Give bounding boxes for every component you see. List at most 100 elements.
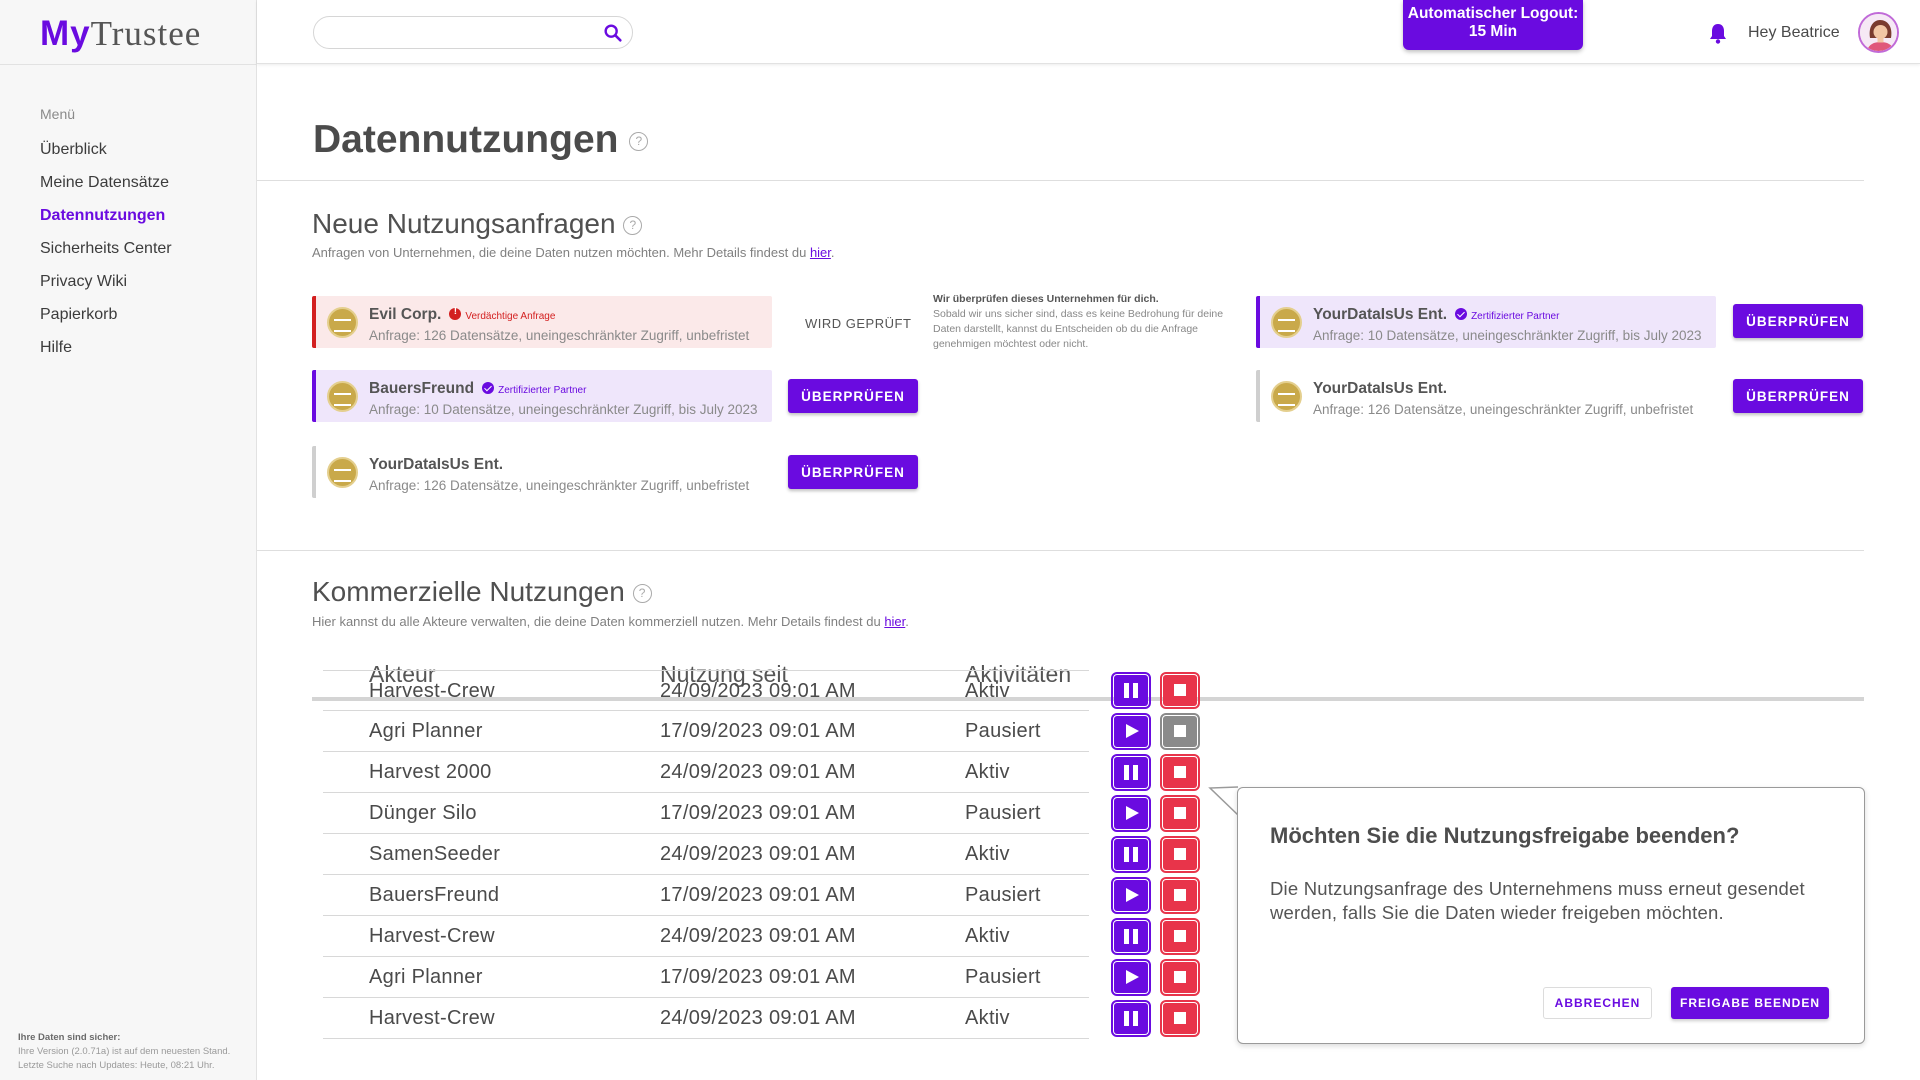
company-name-text: Evil Corp. [369,306,442,323]
sidebar-item-privacy-wiki[interactable]: Privacy Wiki [40,269,172,302]
version-info-title: Ihre Daten sind sicher: [18,1032,121,1043]
since-cell: 24/09/2023 09:01 AM [660,843,856,865]
actor-cell: SamenSeeder [369,843,501,865]
status-cell: Aktiv [965,761,1010,783]
help-icon[interactable]: ? [623,216,643,236]
details-link[interactable]: hier [884,614,905,629]
status-badge-text: Verdächtige Anfrage [465,310,556,322]
status-badge: Zertifizierter Partner [1455,307,1559,322]
request-description: Anfrage: 10 Datensätze, uneingeschränkte… [369,402,758,417]
subtitle-end: . [830,245,835,260]
sidebar-item-meine-datensaetze[interactable]: Meine Datensätze [40,170,172,203]
page-title: Datennutzungen ? [313,118,649,162]
app-logo[interactable]: MyTrustee [40,14,201,54]
sidebar: MyTrustee Menü Überblick Meine Datensätz… [0,0,257,1080]
company-name: BauersFreund Zertifizierter Partner [369,380,586,398]
stop-button[interactable] [1160,672,1200,709]
sidebar-item-hilfe[interactable]: Hilfe [40,335,172,368]
logo-trustee: Trustee [90,14,202,53]
menu-title: Menü [40,106,76,122]
table-row[interactable]: Harvest-Crew 24/09/2023 09:01 AM Aktiv [323,998,1089,1039]
confirm-stop-dialog: Möchten Sie die Nutzungsfreigabe beenden… [1237,787,1865,1044]
stop-button[interactable] [1160,959,1200,996]
request-card[interactable]: YourDataIsUs Ent. Zertifizierter Partner … [1256,296,1716,348]
company-name: YourDataIsUs Ent. Zertifizierter Partner [1313,306,1559,324]
table-row[interactable]: Agri Planner 17/09/2023 09:01 AM Pausiert [323,711,1089,752]
dialog-body: Die Nutzungsanfrage des Unternehmens mus… [1270,878,1805,923]
sidebar-item-sicherheits-center[interactable]: Sicherheits Center [40,236,172,269]
company-name: YourDataIsUs Ent. [1313,380,1448,397]
pause-button[interactable] [1111,836,1151,873]
update-check-line: Letzte Suche nach Updates: Heute, 08:21 … [18,1060,215,1071]
avatar-image [1860,14,1897,51]
actor-cell: Harvest-Crew [369,680,495,702]
status-badge: Verdächtige Anfrage [449,306,556,322]
review-button[interactable]: ÜBERPRÜFEN [1733,304,1863,338]
divider [257,550,1864,551]
pause-button[interactable] [1111,918,1151,955]
company-name: Evil Corp. Verdächtige Anfrage [369,306,555,324]
stop-button[interactable] [1160,918,1200,955]
end-sharing-button[interactable]: FREIGABE BEENDEN [1671,987,1829,1019]
actor-cell: BauersFreund [369,884,500,906]
details-link[interactable]: hier [810,245,831,260]
stop-button[interactable] [1160,754,1200,791]
search-input[interactable] [328,23,588,43]
stop-button[interactable] [1160,836,1200,873]
bell-icon[interactable] [1708,22,1728,44]
review-button[interactable]: ÜBERPRÜFEN [1733,379,1863,413]
pause-button[interactable] [1111,754,1151,791]
checking-status: WIRD GEPRÜFT [805,316,912,331]
sidebar-menu: Überblick Meine Datensätze Datennutzunge… [40,137,172,368]
request-card[interactable]: Evil Corp. Verdächtige Anfrage Anfrage: 1… [312,296,772,348]
table-row[interactable]: SamenSeeder 24/09/2023 09:01 AM Aktiv [323,834,1089,875]
sidebar-item-papierkorb[interactable]: Papierkorb [40,302,172,335]
help-icon[interactable]: ? [632,584,652,604]
play-button[interactable] [1111,959,1151,996]
company-logo-icon [1271,307,1302,338]
table-row[interactable]: Harvest 2000 24/09/2023 09:01 AM Aktiv [323,752,1089,793]
play-button[interactable] [1111,795,1151,832]
table-row[interactable]: Dünger Silo 17/09/2023 09:01 AM Pausiert [323,793,1089,834]
status-cell: Pausiert [965,966,1041,988]
pause-button[interactable] [1111,672,1151,709]
table-row[interactable]: Harvest-Crew 24/09/2023 09:01 AM Aktiv [323,916,1089,957]
since-cell: 17/09/2023 09:01 AM [660,884,856,906]
avatar[interactable] [1858,12,1899,53]
stop-button[interactable] [1160,795,1200,832]
request-card[interactable]: BauersFreund Zertifizierter Partner Anfra… [312,370,772,422]
subtitle-text: Hier kannst du alle Akteure verwalten, d… [312,614,881,629]
pause-button[interactable] [1111,1000,1151,1037]
verified-icon [1455,307,1468,320]
stop-button[interactable] [1160,877,1200,914]
request-card[interactable]: YourDataIsUs Ent. Anfrage: 126 Datensätz… [1256,370,1716,422]
search-box[interactable] [313,16,633,49]
play-button[interactable] [1111,877,1151,914]
review-button[interactable]: ÜBERPRÜFEN [788,455,918,489]
review-button[interactable]: ÜBERPRÜFEN [788,379,918,413]
table-row[interactable]: Harvest-Crew 24/09/2023 09:01 AM Aktiv [323,670,1089,711]
user-greeting: Hey Beatrice [1748,24,1840,41]
request-description: Anfrage: 126 Datensätze, uneingeschränkt… [369,478,750,493]
search-icon[interactable] [602,22,624,44]
request-card[interactable]: YourDataIsUs Ent. Anfrage: 126 Datensätz… [312,446,772,498]
status-cell: Aktiv [965,843,1010,865]
checking-info-text: Sobald wir uns sicher sind, dass es kein… [933,308,1224,350]
play-button[interactable] [1111,713,1151,750]
since-cell: 17/09/2023 09:01 AM [660,966,856,988]
table-row[interactable]: BauersFreund 17/09/2023 09:01 AM Pausiert [323,875,1089,916]
stop-button[interactable] [1160,713,1200,750]
cancel-button[interactable]: ABBRECHEN [1543,987,1652,1019]
version-info-line: Ihre Version (2.0.71a) ist auf dem neues… [18,1046,231,1057]
sidebar-item-ueberblick[interactable]: Überblick [40,137,172,170]
table-row[interactable]: Agri Planner 17/09/2023 09:01 AM Pausiert [323,957,1089,998]
checking-info: Wir überprüfen dieses Unternehmen für di… [933,292,1233,352]
stop-button[interactable] [1160,1000,1200,1037]
status-cell: Aktiv [965,925,1010,947]
logout-label: Automatischer Logout: [1407,5,1579,22]
main-content: Datennutzungen ? Neue Nutzungsanfragen ?… [257,64,1920,1080]
sidebar-item-datennutzungen[interactable]: Datennutzungen [40,203,172,236]
checking-info-title: Wir überprüfen dieses Unternehmen für di… [933,293,1159,305]
help-icon[interactable]: ? [629,132,649,152]
since-cell: 24/09/2023 09:01 AM [660,925,856,947]
